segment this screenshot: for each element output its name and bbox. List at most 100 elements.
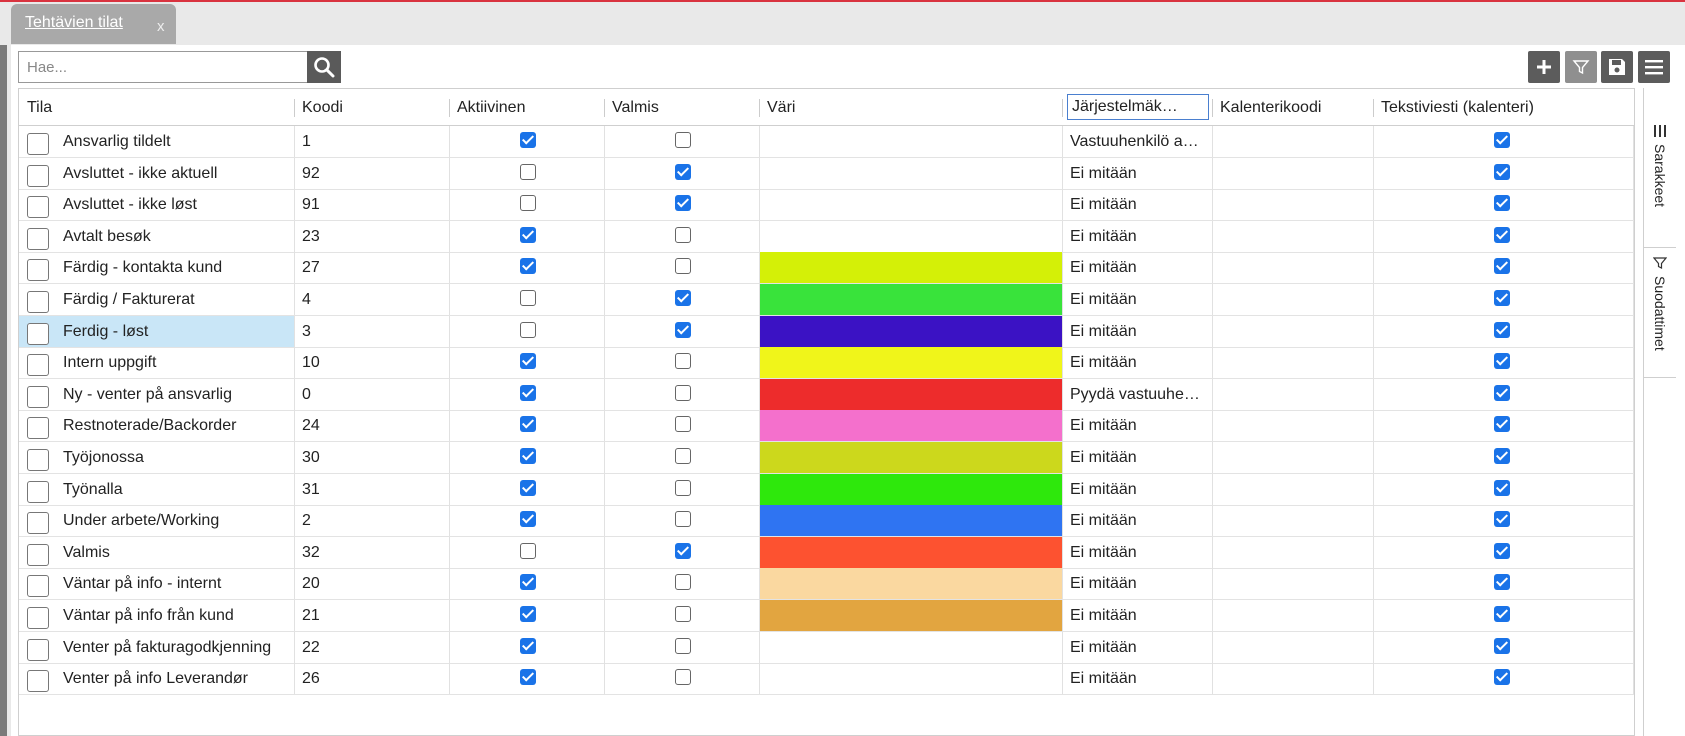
- valmis-checkbox[interactable]: [675, 132, 691, 148]
- color-swatch[interactable]: [760, 252, 1062, 284]
- cell-jarjestelma[interactable]: Pyydä vastuuhe…: [1062, 379, 1212, 411]
- filter-button[interactable]: [1565, 51, 1597, 83]
- tekstiviesti-checkbox[interactable]: [1494, 637, 1510, 654]
- cell-koodi[interactable]: 24: [294, 410, 449, 442]
- table-row[interactable]: Väntar på info från kund 21 Ei mitään: [19, 600, 1644, 632]
- tekstiviesti-checkbox[interactable]: [1494, 195, 1510, 212]
- cell-jarjestelma[interactable]: Ei mitään: [1062, 474, 1212, 506]
- valmis-checkbox[interactable]: [675, 479, 691, 496]
- cell-tila[interactable]: Ny - venter på ansvarlig: [55, 379, 290, 411]
- cell-kalenterikoodi[interactable]: [1212, 126, 1373, 158]
- cell-kalenterikoodi[interactable]: [1212, 221, 1373, 253]
- row-select-checkbox[interactable]: [27, 512, 49, 535]
- row-select-checkbox[interactable]: [27, 575, 49, 598]
- cell-tila[interactable]: Avtalt besøk: [55, 221, 290, 253]
- cell-kalenterikoodi[interactable]: [1212, 568, 1373, 600]
- tab-title[interactable]: Tehtävien tilat: [25, 14, 123, 32]
- tekstiviesti-checkbox[interactable]: [1494, 448, 1510, 464]
- tekstiviesti-checkbox[interactable]: [1494, 479, 1510, 496]
- valmis-checkbox[interactable]: [675, 321, 691, 338]
- cell-kalenterikoodi[interactable]: [1212, 189, 1373, 221]
- color-swatch[interactable]: [760, 410, 1062, 442]
- cell-koodi[interactable]: 32: [294, 537, 449, 569]
- row-select-checkbox[interactable]: [27, 133, 49, 155]
- cell-kalenterikoodi[interactable]: [1212, 505, 1373, 537]
- cell-kalenterikoodi[interactable]: [1212, 410, 1373, 442]
- valmis-checkbox[interactable]: [675, 416, 691, 433]
- aktiivinen-checkbox[interactable]: [520, 511, 536, 528]
- header-kalenterikoodi[interactable]: Kalenterikoodi: [1212, 89, 1373, 126]
- aktiivinen-checkbox[interactable]: [520, 132, 536, 148]
- aktiivinen-checkbox[interactable]: [520, 637, 536, 654]
- row-select-checkbox[interactable]: [27, 196, 49, 219]
- aktiivinen-checkbox[interactable]: [520, 574, 536, 591]
- cell-tila[interactable]: Työnalla: [55, 474, 290, 506]
- aktiivinen-checkbox[interactable]: [520, 290, 536, 306]
- cell-tila[interactable]: Ansvarlig tildelt: [55, 126, 290, 158]
- valmis-checkbox[interactable]: [675, 353, 691, 370]
- color-swatch[interactable]: [760, 378, 1062, 410]
- color-swatch[interactable]: [760, 536, 1062, 568]
- cell-kalenterikoodi[interactable]: [1212, 347, 1373, 379]
- table-row[interactable]: Intern uppgift 10 Ei mitään: [19, 347, 1644, 380]
- row-select-checkbox[interactable]: [27, 291, 49, 313]
- color-swatch[interactable]: [760, 473, 1062, 505]
- cell-jarjestelma[interactable]: Vastuuhenkilö a…: [1062, 126, 1212, 158]
- header-tekstiviesti[interactable]: Tekstiviesti (kalenteri): [1373, 89, 1633, 126]
- valmis-checkbox[interactable]: [675, 542, 691, 559]
- valmis-checkbox[interactable]: [675, 384, 691, 401]
- cell-jarjestelma[interactable]: Ei mitään: [1062, 663, 1212, 695]
- add-button[interactable]: [1528, 51, 1560, 83]
- table-row[interactable]: Avsluttet - ikke løst 91 Ei mitään: [19, 189, 1644, 222]
- aktiivinen-checkbox[interactable]: [520, 384, 536, 401]
- cell-kalenterikoodi[interactable]: [1212, 442, 1373, 474]
- cell-kalenterikoodi[interactable]: [1212, 600, 1373, 632]
- tekstiviesti-checkbox[interactable]: [1494, 226, 1510, 243]
- cell-tila[interactable]: Färdig / Fakturerat: [55, 284, 290, 316]
- row-select-checkbox[interactable]: [27, 638, 49, 661]
- cell-jarjestelma[interactable]: Ei mitään: [1062, 158, 1212, 190]
- color-swatch[interactable]: [760, 505, 1062, 537]
- row-select-checkbox[interactable]: [27, 322, 49, 345]
- cell-tila[interactable]: Työjonossa: [55, 442, 290, 474]
- valmis-checkbox[interactable]: [675, 226, 691, 243]
- tekstiviesti-checkbox[interactable]: [1494, 669, 1510, 686]
- cell-jarjestelma[interactable]: Ei mitään: [1062, 347, 1212, 379]
- color-swatch[interactable]: [760, 442, 1062, 473]
- row-select-checkbox[interactable]: [27, 164, 49, 187]
- cell-jarjestelma[interactable]: Ei mitään: [1062, 284, 1212, 316]
- search-input[interactable]: [18, 51, 308, 83]
- table-row[interactable]: Valmis 32 Ei mitään: [19, 536, 1644, 569]
- header-vari[interactable]: Väri: [759, 89, 1061, 126]
- header-tila[interactable]: Tila: [19, 89, 294, 126]
- tekstiviesti-checkbox[interactable]: [1494, 258, 1510, 275]
- aktiivinen-checkbox[interactable]: [520, 669, 536, 686]
- table-row[interactable]: Avtalt besøk 23 Ei mitään: [19, 220, 1644, 253]
- row-select-checkbox[interactable]: [27, 259, 49, 282]
- aktiivinen-checkbox[interactable]: [520, 479, 536, 496]
- color-swatch[interactable]: [760, 315, 1062, 347]
- aktiivinen-checkbox[interactable]: [520, 226, 536, 243]
- tekstiviesti-checkbox[interactable]: [1494, 606, 1510, 622]
- cell-kalenterikoodi[interactable]: [1212, 632, 1373, 664]
- table-row[interactable]: Väntar på info - internt 20 Ei mitään: [19, 568, 1644, 601]
- color-swatch[interactable]: [760, 568, 1062, 600]
- valmis-checkbox[interactable]: [675, 637, 691, 654]
- table-row[interactable]: Venter på fakturagodkjenning 22 Ei mitään: [19, 631, 1644, 664]
- table-row[interactable]: Under arbete/Working 2 Ei mitään: [19, 505, 1644, 538]
- aktiivinen-checkbox[interactable]: [520, 195, 536, 212]
- cell-koodi[interactable]: 20: [294, 568, 449, 600]
- cell-kalenterikoodi[interactable]: [1212, 474, 1373, 506]
- cell-jarjestelma[interactable]: Ei mitään: [1062, 442, 1212, 474]
- table-row[interactable]: Färdig / Fakturerat 4 Ei mitään: [19, 284, 1644, 316]
- tekstiviesti-checkbox[interactable]: [1494, 574, 1510, 591]
- valmis-checkbox[interactable]: [675, 448, 691, 464]
- aktiivinen-checkbox[interactable]: [520, 606, 536, 622]
- row-select-checkbox[interactable]: [27, 480, 49, 503]
- cell-koodi[interactable]: 31: [294, 474, 449, 506]
- cell-koodi[interactable]: 92: [294, 158, 449, 190]
- table-row[interactable]: Ny - venter på ansvarlig 0 Pyydä vastuuhe…: [19, 378, 1644, 411]
- valmis-checkbox[interactable]: [675, 258, 691, 275]
- cell-kalenterikoodi[interactable]: [1212, 284, 1373, 316]
- cell-jarjestelma[interactable]: Ei mitään: [1062, 537, 1212, 569]
